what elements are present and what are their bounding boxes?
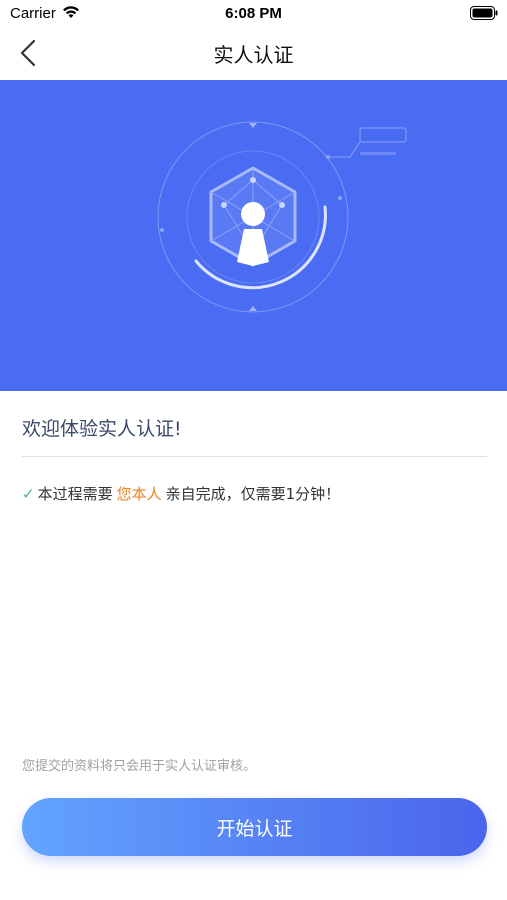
notice-highlight: 您本人 [116,485,162,503]
privacy-note: 您提交的资料将只会用于实人认证审核。 [22,759,257,774]
navigation-bar: 实人认证 [0,28,507,78]
battery-icon [470,6,498,20]
hero-banner [0,80,507,391]
status-bar: Carrier 6:08 PM [0,0,507,28]
divider [22,456,487,457]
clock: 6:08 PM [225,5,282,22]
checkmark-icon: ✓ [22,485,35,503]
welcome-heading: 欢迎体验实人认证! [22,418,182,440]
notice-prefix: 本过程需要 [37,485,113,503]
page-title: 实人认证 [213,43,294,67]
face-scan-illustration [157,121,407,313]
notice-suffix: 亲自完成，仅需要1分钟！ [165,485,341,503]
requirement-notice: ✓ 本过程需要 您本人 亲自完成，仅需要1分钟！ [22,483,340,504]
start-verification-button[interactable]: 开始认证 [22,798,487,856]
